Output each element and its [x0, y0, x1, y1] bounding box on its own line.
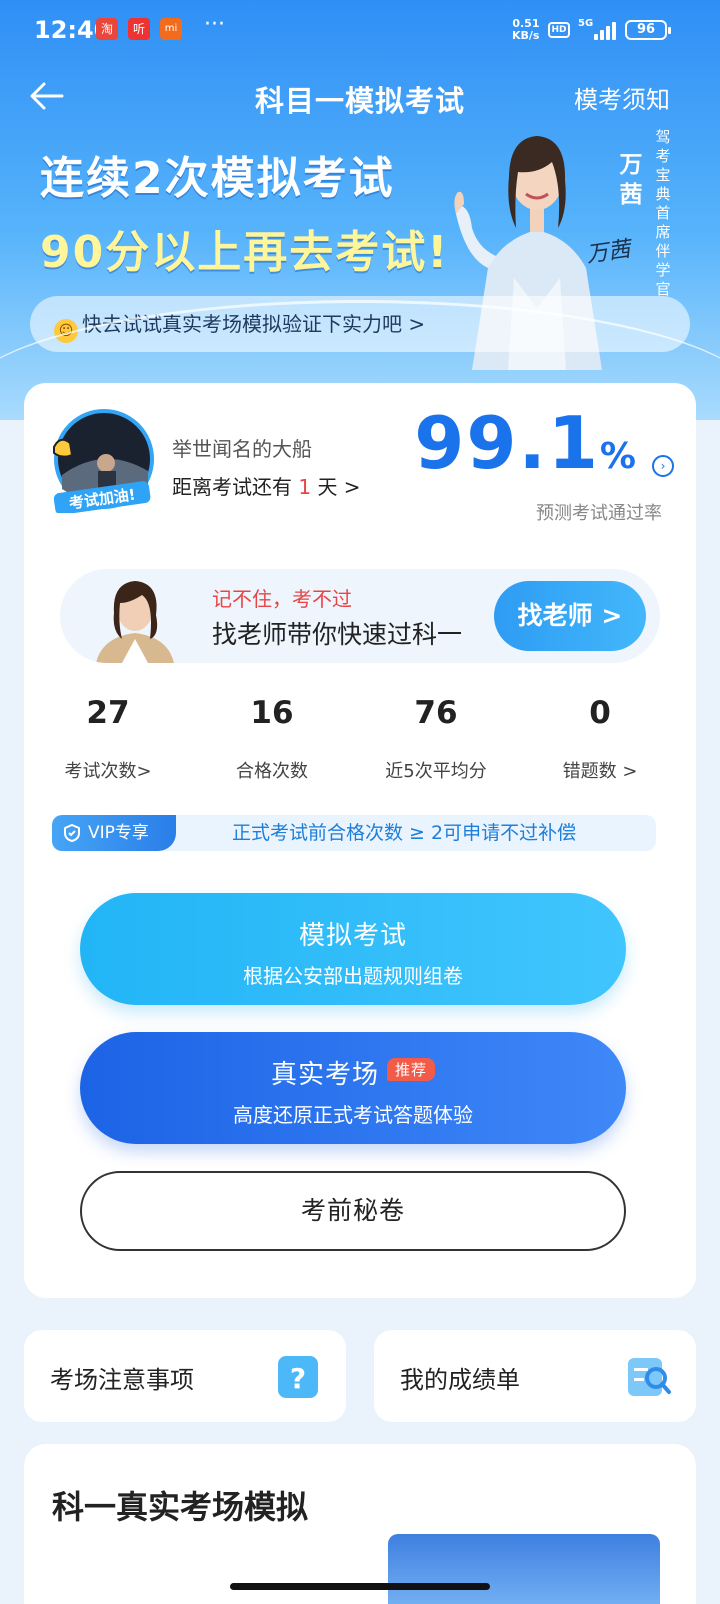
- listen-app-icon: 听: [128, 18, 150, 40]
- user-avatar[interactable]: 考试加油!: [48, 405, 156, 513]
- pass-rate: 99.1%: [414, 401, 638, 485]
- hd-icon: HD: [548, 22, 570, 38]
- hero-banner: 12:40 淘 听 mi ··· 0.51 KB/s HD 5G 96 科目一模…: [0, 0, 720, 420]
- battery-icon: 96: [625, 20, 671, 40]
- stat-pass-count: 16 合格次数: [236, 695, 308, 782]
- home-indicator[interactable]: [230, 1583, 490, 1590]
- banner-subheadline: 90分以上再去考试!: [40, 227, 450, 278]
- stat-wrong-count[interactable]: 0 错题数 >: [516, 683, 684, 783]
- spokesperson-name: 万茜: [619, 152, 643, 208]
- network-type: 5G: [578, 18, 594, 29]
- exam-stats: 27 考试次数> 16 合格次数 76 近5次平均分 0 错题数 >: [24, 683, 696, 803]
- find-teacher-banner[interactable]: 记不住，考不过 找老师带你快速过科一 找老师 >: [60, 569, 660, 663]
- username: 举世闻名的大船: [172, 437, 312, 461]
- exam-card: 考试加油! 举世闻名的大船 距离考试还有 1 天 > 99.1% › 预测考试通…: [24, 383, 696, 1298]
- status-bar: 12:40 淘 听 mi ··· 0.51 KB/s HD 5G 96: [0, 0, 720, 62]
- vip-tag: VIP专享: [52, 815, 176, 851]
- mi-app-icon: mi: [160, 18, 182, 40]
- stat-average-score: 76 近5次平均分: [385, 695, 487, 782]
- net-speed: 0.51 KB/s: [512, 17, 540, 42]
- real-exam-button[interactable]: 真实考场 推荐 高度还原正式考试答题体验: [80, 1032, 626, 1144]
- signal-icon: [594, 20, 620, 40]
- report-search-icon: [628, 1358, 671, 1396]
- shield-icon: [64, 824, 80, 842]
- secret-paper-button[interactable]: 考前秘卷: [80, 1171, 626, 1251]
- find-teacher-button[interactable]: 找老师 >: [494, 581, 646, 651]
- exam-notice-link[interactable]: 模考须知: [574, 80, 670, 115]
- svg-text:?: ?: [290, 1362, 306, 1395]
- question-doc-icon: ?: [278, 1356, 318, 1398]
- more-notifications-icon: ···: [204, 12, 225, 37]
- taobao-app-icon: 淘: [96, 18, 118, 40]
- pass-rate-label: 预测考试通过率: [536, 503, 662, 524]
- promo-link[interactable]: ☺ 快去试试真实考场模拟验证下实力吧 >: [30, 296, 690, 352]
- teacher-desc: 找老师带你快速过科一: [212, 620, 463, 649]
- mock-exam-button[interactable]: 模拟考试 根据公安部出题规则组卷: [80, 893, 626, 1005]
- smile-emoji-icon: ☺: [54, 319, 78, 343]
- stat-exam-count[interactable]: 27 考试次数>: [24, 683, 192, 783]
- exam-screen-preview[interactable]: [388, 1534, 660, 1604]
- teacher-photo: [96, 581, 174, 663]
- spokesperson-signature: 万茜: [584, 237, 632, 268]
- exam-notice-tile[interactable]: 考场注意事项 ?: [24, 1330, 346, 1422]
- top-nav: 科目一模拟考试 模考须知: [0, 74, 720, 118]
- recommend-badge: 推荐: [387, 1058, 436, 1081]
- vip-text: 正式考试前合格次数 ≥ 2可申请不过补偿: [232, 822, 577, 844]
- section-title: 科一真实考场模拟: [52, 1488, 309, 1526]
- exam-countdown[interactable]: 距离考试还有 1 天 >: [172, 471, 361, 500]
- pass-rate-arrow-icon[interactable]: ›: [652, 455, 674, 477]
- banner-headline: 连续2次模拟考试: [40, 153, 395, 204]
- my-report-tile[interactable]: 我的成绩单: [374, 1330, 696, 1422]
- real-exam-simulation-section: 科一真实考场模拟: [24, 1444, 696, 1604]
- spokesperson-title: 驾考宝典首席伴学官: [655, 128, 671, 298]
- teacher-slogan: 记不住，考不过: [212, 587, 352, 611]
- vip-compensation-bar[interactable]: VIP专享 正式考试前合格次数 ≥ 2可申请不过补偿: [52, 815, 656, 851]
